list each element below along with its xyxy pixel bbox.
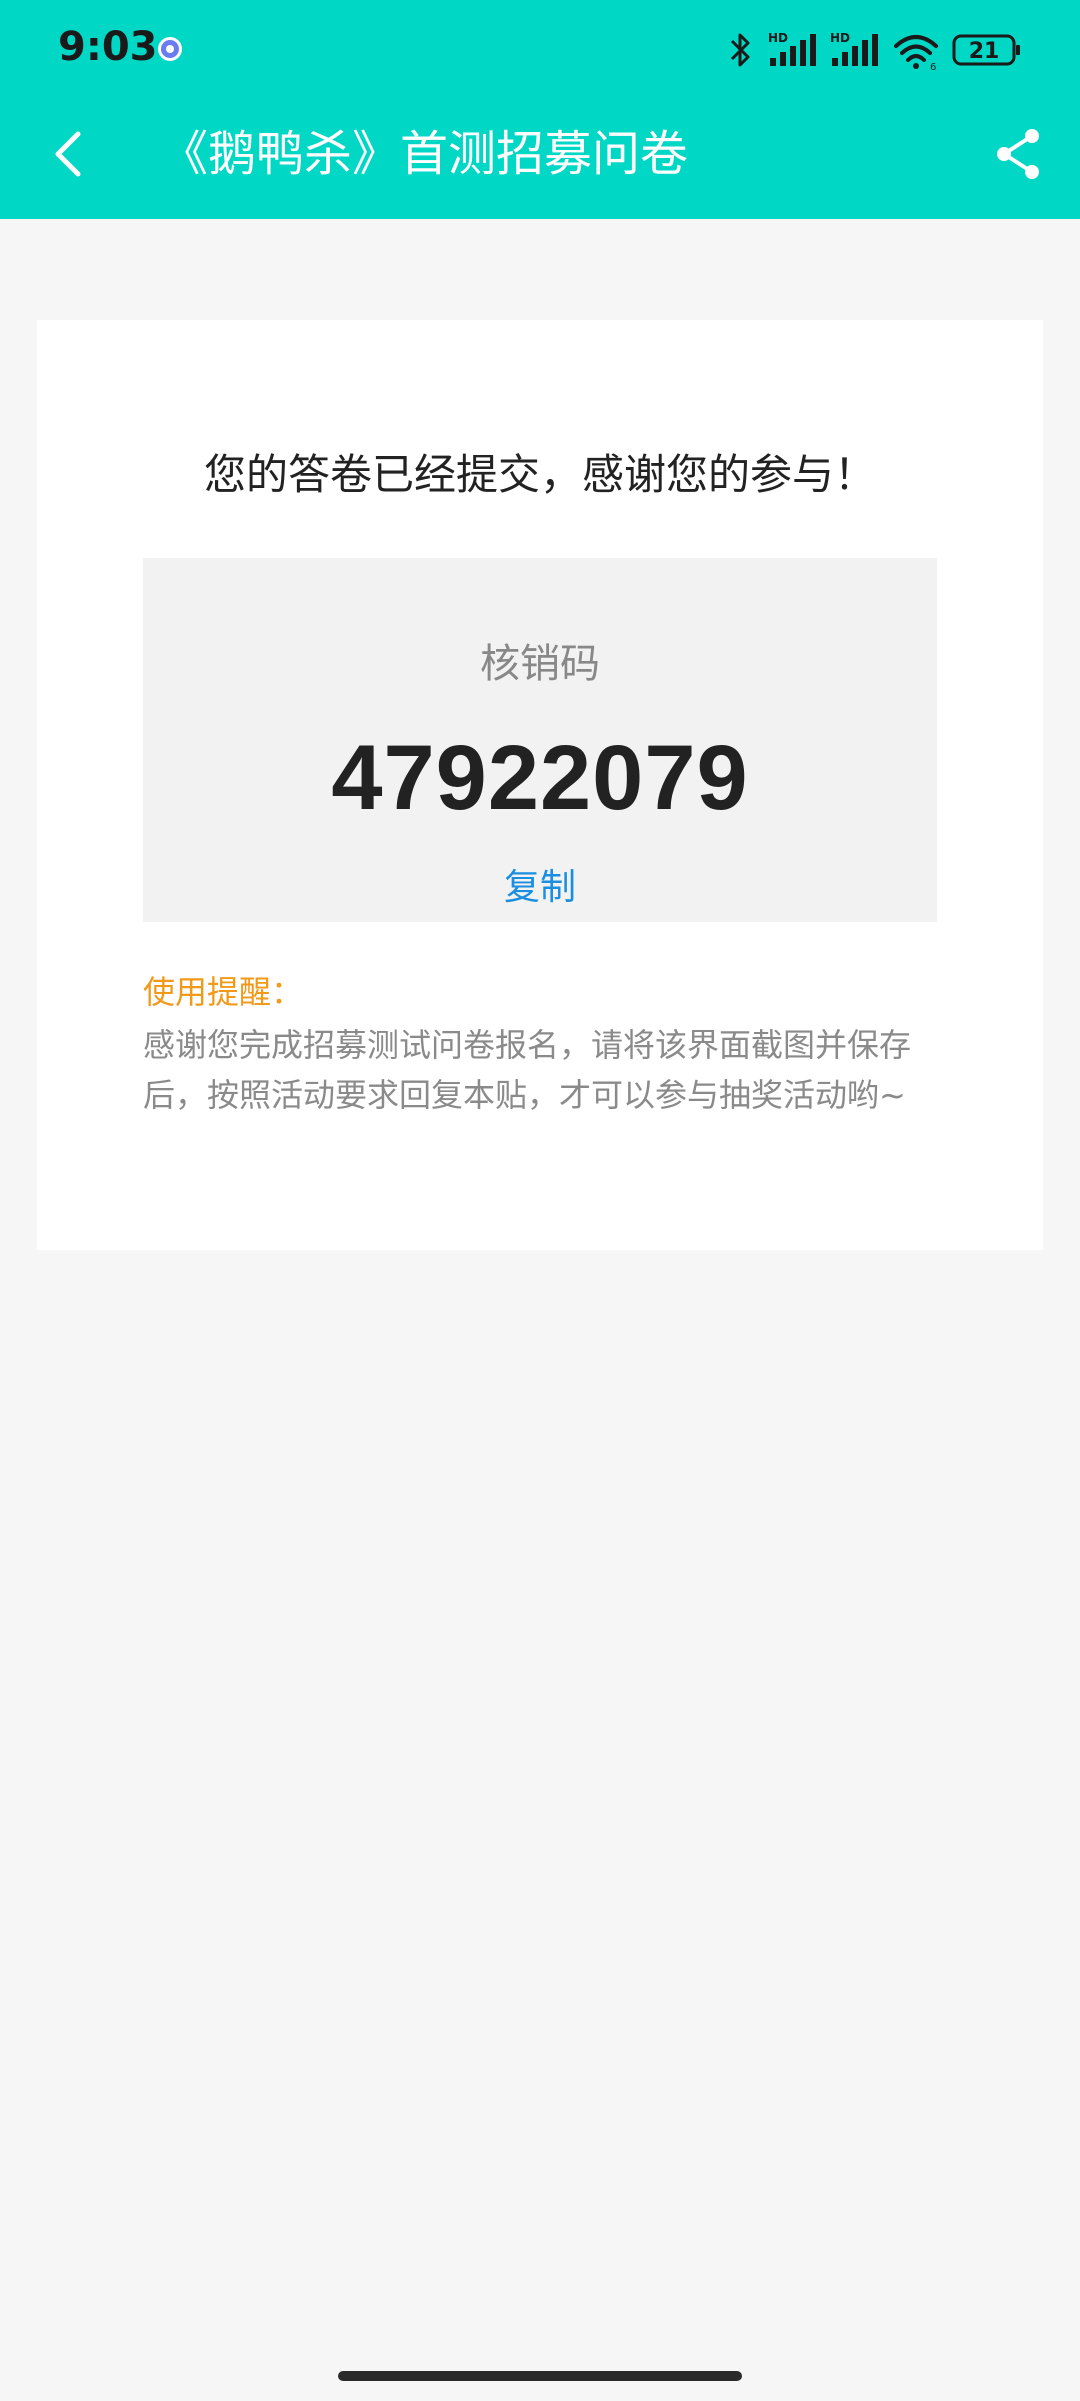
status-bar: 9:03 HD HD 6 21 xyxy=(0,0,1080,100)
chevron-left-icon xyxy=(55,131,81,177)
page-title: 《鹅鸭杀》首测招募问卷 xyxy=(160,126,689,182)
hd-signal-icon: HD xyxy=(768,31,816,66)
back-button[interactable] xyxy=(36,122,100,186)
hd-signal-icon: HD xyxy=(830,31,878,66)
battery-level: 21 xyxy=(969,39,1000,64)
share-icon xyxy=(997,129,1039,179)
copy-button[interactable]: 复制 xyxy=(504,864,576,912)
app-bar: 《鹅鸭杀》首测招募问卷 xyxy=(0,100,1080,219)
code-value: 47922079 xyxy=(331,727,749,829)
reminder-text: 感谢您完成招募测试问卷报名，请将该界面截图并保存后，按照活动要求回复本贴，才可以… xyxy=(143,1026,912,1114)
status-time: 9:03 xyxy=(58,24,158,70)
submission-card: 您的答卷已经提交，感谢您的参与！ 核销码 47922079 复制 使用提醒： 感… xyxy=(37,320,1043,1250)
svg-text:HD: HD xyxy=(768,31,788,45)
submission-message: 您的答卷已经提交，感谢您的参与！ xyxy=(203,450,876,499)
share-button[interactable] xyxy=(986,122,1050,186)
status-icons: HD HD 6 21 xyxy=(726,28,1022,72)
wifi-icon: 6 xyxy=(894,35,938,70)
battery-icon: 21 xyxy=(952,34,1020,66)
home-indicator[interactable] xyxy=(338,2371,742,2381)
verification-code-box: 核销码 47922079 复制 xyxy=(143,558,937,922)
svg-text:6: 6 xyxy=(930,62,936,70)
top-bar: 9:03 HD HD 6 21 《鹅鸭杀》首测招募问卷 xyxy=(0,0,1080,219)
reminder-title: 使用提醒： xyxy=(143,973,304,1011)
bluetooth-icon xyxy=(730,33,750,67)
svg-text:HD: HD xyxy=(830,31,850,45)
code-label: 核销码 xyxy=(480,641,600,687)
app-notification-icon xyxy=(158,37,182,61)
